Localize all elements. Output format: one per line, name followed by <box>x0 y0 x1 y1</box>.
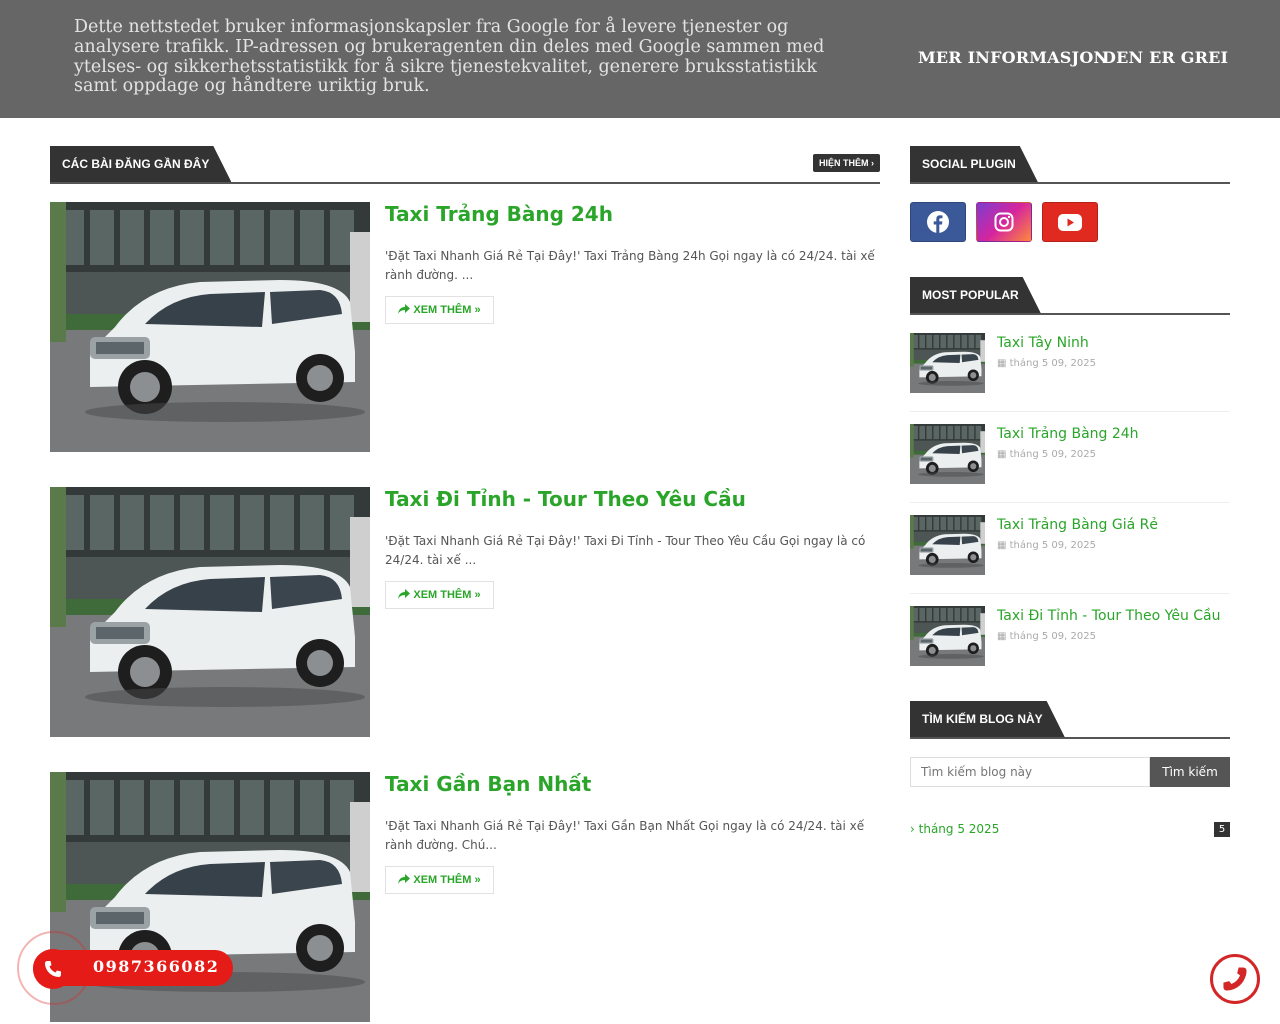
calendar-icon: ▦ <box>997 449 1007 460</box>
post-snippet: 'Đặt Taxi Nhanh Giá Rẻ Tại Đây!' Taxi Tr… <box>385 249 875 282</box>
popular-post-item: Taxi Trảng Bàng 24h ▦ tháng 5 09, 2025 <box>910 424 1230 503</box>
popular-post-item: Taxi Tây Ninh ▦ tháng 5 09, 2025 <box>910 333 1230 412</box>
read-more-label: XEM THÊM » <box>413 589 481 601</box>
post-thumbnail[interactable] <box>50 202 370 452</box>
show-more-label: HIỆN THÊM <box>818 158 869 168</box>
phone-icon[interactable] <box>33 949 73 989</box>
share-arrow-icon <box>398 874 411 884</box>
popular-post-date-text: tháng 5 09, 2025 <box>1009 631 1096 642</box>
popular-post-date: ▦ tháng 5 09, 2025 <box>997 631 1096 642</box>
youtube-button[interactable] <box>1042 202 1098 242</box>
read-more-button[interactable]: XEM THÊM » <box>385 866 494 894</box>
cookie-notice-text: Dette nettstedet bruker informasjonskaps… <box>74 17 825 97</box>
phone-number[interactable]: 0987366082 <box>93 957 219 976</box>
search-blog-header: TÌM KIẾM BLOG NÀY <box>910 701 1230 739</box>
archive-post-count: 5 <box>1214 822 1230 837</box>
archive-month-link[interactable]: › tháng 5 2025 <box>910 822 999 836</box>
facebook-icon <box>927 211 949 233</box>
read-more-label: XEM THÊM » <box>413 304 481 316</box>
popular-post-date-text: tháng 5 09, 2025 <box>1009 358 1096 369</box>
youtube-icon <box>1058 213 1082 231</box>
calendar-icon: ▦ <box>997 540 1007 551</box>
recent-posts-title: CÁC BÀI ĐĂNG GẦN ĐÂY <box>50 146 231 182</box>
popular-post-title[interactable]: Taxi Tây Ninh <box>997 335 1089 351</box>
popular-post-title[interactable]: Taxi Trảng Bàng Giá Rẻ <box>997 517 1158 533</box>
post-item: Taxi Đi Tỉnh - Tour Theo Yêu Cầu 'Đặt Ta… <box>50 487 880 737</box>
popular-post-thumbnail[interactable] <box>910 606 985 666</box>
chevron-right-icon: › <box>910 822 915 836</box>
post-title[interactable]: Taxi Trảng Bàng 24h <box>385 202 613 226</box>
post-title[interactable]: Taxi Gần Bạn Nhất <box>385 772 591 796</box>
read-more-label: XEM THÊM » <box>413 874 481 886</box>
search-blog-title: TÌM KIẾM BLOG NÀY <box>910 701 1065 737</box>
popular-post-thumbnail[interactable] <box>910 333 985 393</box>
search-input[interactable] <box>910 757 1150 787</box>
most-popular-header: MOST POPULAR <box>910 277 1230 315</box>
cookie-accept-button[interactable]: DEN ER GREI <box>1102 48 1228 67</box>
chevron-right-icon: › <box>871 158 874 168</box>
calendar-icon: ▦ <box>997 358 1007 369</box>
social-plugin-title: SOCIAL PLUGIN <box>910 146 1038 182</box>
post-title[interactable]: Taxi Đi Tỉnh - Tour Theo Yêu Cầu <box>385 487 746 511</box>
show-more-button[interactable]: HIỆN THÊM › <box>812 154 880 172</box>
popular-post-item: Taxi Đi Tỉnh - Tour Theo Yêu Cầu ▦ tháng… <box>910 606 1230 684</box>
archive-month-label: tháng 5 2025 <box>918 822 1000 836</box>
popular-post-title[interactable]: Taxi Đi Tỉnh - Tour Theo Yêu Cầu <box>997 608 1221 624</box>
search-button[interactable]: Tìm kiếm <box>1150 757 1230 787</box>
post-snippet: 'Đặt Taxi Nhanh Giá Rẻ Tại Đây!' Taxi Gầ… <box>385 819 865 852</box>
share-arrow-icon <box>398 589 411 599</box>
popular-post-title[interactable]: Taxi Trảng Bàng 24h <box>997 426 1139 442</box>
popular-post-thumbnail[interactable] <box>910 424 985 484</box>
post-item: Taxi Trảng Bàng 24h 'Đặt Taxi Nhanh Giá … <box>50 202 880 452</box>
popular-post-date-text: tháng 5 09, 2025 <box>1009 449 1096 460</box>
share-arrow-icon <box>398 304 411 314</box>
cookie-more-info-button[interactable]: MER INFORMASJON <box>918 48 1108 67</box>
read-more-button[interactable]: XEM THÊM » <box>385 296 494 324</box>
phone-icon <box>1223 967 1247 991</box>
popular-post-date: ▦ tháng 5 09, 2025 <box>997 540 1096 551</box>
instagram-button[interactable] <box>976 202 1032 242</box>
popular-post-date: ▦ tháng 5 09, 2025 <box>997 449 1096 460</box>
cookie-banner: Dette nettstedet bruker informasjonskaps… <box>0 0 1280 118</box>
recent-posts-header: CÁC BÀI ĐĂNG GẦN ĐÂY HIỆN THÊM › <box>50 146 880 184</box>
popular-post-item: Taxi Trảng Bàng Giá Rẻ ▦ tháng 5 09, 202… <box>910 515 1230 594</box>
post-thumbnail[interactable] <box>50 487 370 737</box>
instagram-icon <box>994 212 1014 232</box>
popular-post-date: ▦ tháng 5 09, 2025 <box>997 358 1096 369</box>
popular-post-thumbnail[interactable] <box>910 515 985 575</box>
calendar-icon: ▦ <box>997 631 1007 642</box>
most-popular-title: MOST POPULAR <box>910 277 1041 313</box>
call-button[interactable] <box>1210 954 1260 1004</box>
post-snippet: 'Đặt Taxi Nhanh Giá Rẻ Tại Đây!' Taxi Đi… <box>385 534 866 567</box>
social-plugin-header: SOCIAL PLUGIN <box>910 146 1230 184</box>
read-more-button[interactable]: XEM THÊM » <box>385 581 494 609</box>
popular-post-date-text: tháng 5 09, 2025 <box>1009 540 1096 551</box>
facebook-button[interactable] <box>910 202 966 242</box>
